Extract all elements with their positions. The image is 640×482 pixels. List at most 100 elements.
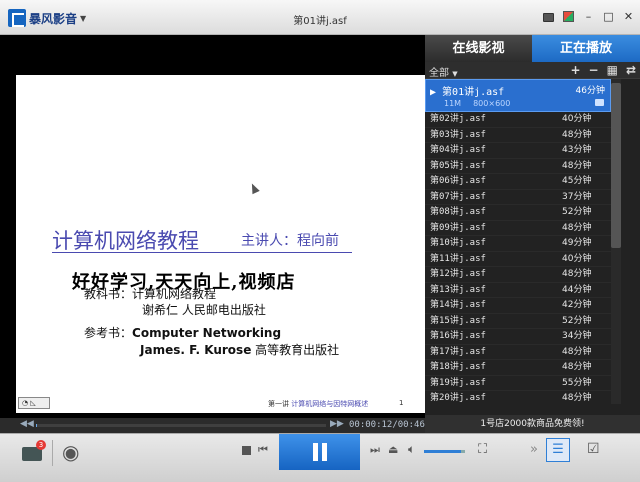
- slide-title: 计算机网络教程: [52, 229, 199, 253]
- skin-icon[interactable]: [563, 11, 574, 22]
- playlist-item-duration: 45分钟: [562, 176, 592, 186]
- playlist-item[interactable]: 第14讲j.asf 42分钟: [425, 298, 611, 314]
- slide-thumbnail: ◔ ◺: [18, 397, 50, 409]
- playlist-item[interactable]: 第17讲j.asf 48分钟: [425, 345, 611, 360]
- collapse-panel-icon[interactable]: »: [530, 442, 538, 457]
- playlist-item-duration: 48分钟: [562, 346, 592, 357]
- playlist-item-name: 第15讲j.asf: [430, 315, 486, 326]
- playlist-item[interactable]: 第09讲j.asf 48分钟: [425, 221, 611, 236]
- playlist-item-name: 第09讲j.asf: [430, 222, 486, 233]
- playlist-item-name: 第03讲j.asf: [430, 129, 486, 140]
- playlist-item-duration: 37分钟: [562, 191, 592, 202]
- playlist-item[interactable]: 第12讲j.asf 48分钟: [425, 267, 611, 283]
- playlist-item-duration: 52分钟: [562, 315, 592, 326]
- playlist-item[interactable]: 第10讲j.asf 49分钟: [425, 236, 611, 252]
- playlist-item-duration: 49分钟: [562, 238, 592, 248]
- playlist-item-name: 第11讲j.asf: [430, 253, 486, 264]
- title-bar: 暴风影音 ▼ 第01讲j.asf – □ ✕: [0, 0, 640, 35]
- stop-icon[interactable]: [242, 446, 251, 455]
- slide-page-number: 1: [399, 399, 404, 407]
- playlist: ▶ 第01讲j.asf 46分钟 11M 800×600 第02讲j.asf 40分…: [425, 79, 611, 404]
- add-icon[interactable]: +: [570, 63, 580, 77]
- volume-icon[interactable]: 🔈︎: [408, 442, 415, 457]
- pause-icon: [322, 443, 327, 461]
- panel-tabs: 在线影视 正在播放: [425, 35, 640, 62]
- playlist-item[interactable]: 第04讲j.asf 43分钟: [425, 143, 611, 159]
- playlist-item-duration: 55分钟: [562, 377, 592, 388]
- settings-icon[interactable]: ☑: [587, 441, 600, 457]
- trash-icon[interactable]: ▦: [607, 63, 618, 77]
- reference-title: Computer Networking: [132, 326, 282, 340]
- remove-icon[interactable]: −: [589, 63, 599, 77]
- reference-line: 参考书：Computer Networking: [84, 324, 281, 341]
- slide-footer: 第一讲 计算机网络与因特网概述: [268, 399, 368, 409]
- maximize-icon[interactable]: □: [603, 11, 614, 22]
- next-icon[interactable]: ⏭: [370, 443, 380, 457]
- playlist-item[interactable]: 第16讲j.asf 34分钟: [425, 329, 611, 345]
- control-bar: 3 ◉ ⏮ ⏭ ⏏ 🔈︎ ⛶ » ☰ ☑: [0, 433, 640, 482]
- playlist-item-duration: 48分钟: [562, 160, 592, 171]
- playlist-item[interactable]: 第18讲j.asf 48分钟: [425, 360, 611, 376]
- playlist-item[interactable]: 第06讲j.asf 45分钟: [425, 174, 611, 190]
- eye-icon[interactable]: ◉: [62, 442, 79, 462]
- pause-button[interactable]: [279, 434, 360, 470]
- tab-online-video[interactable]: 在线影视: [425, 35, 532, 62]
- reference-label: 参考书：: [84, 326, 133, 340]
- playlist-item[interactable]: 第11讲j.asf 40分钟: [425, 252, 611, 267]
- playlist-item[interactable]: 第07讲j.asf 37分钟: [425, 190, 611, 205]
- reference-authors-line: James. F. Kurose 高等教育出版社: [140, 341, 339, 358]
- footer-topic: 计算机网络与因特网概述: [291, 400, 369, 408]
- playlist-item-name: 第13讲j.asf: [430, 284, 486, 295]
- previous-icon[interactable]: ⏮: [258, 443, 268, 457]
- textbook-authors: 谢希仁 人民邮电出版社: [142, 303, 266, 317]
- playlist-item[interactable]: 第03讲j.asf 48分钟: [425, 128, 611, 143]
- chat-icon[interactable]: [543, 12, 554, 22]
- playlist-icon[interactable]: ☰: [546, 438, 570, 462]
- active-item-size: 11M: [444, 99, 462, 108]
- chevron-down-icon: ▼: [452, 70, 458, 78]
- fullscreen-icon[interactable]: ⛶: [478, 442, 487, 457]
- playlist-item-name: 第19讲j.asf: [430, 377, 486, 388]
- volume-slider[interactable]: [424, 450, 465, 453]
- filter-dropdown[interactable]: 全部 ▼: [429, 64, 458, 79]
- playlist-item-duration: 40分钟: [562, 253, 592, 264]
- rewind-icon[interactable]: ◀◀: [20, 419, 34, 429]
- tab-now-playing[interactable]: 正在播放: [532, 35, 640, 62]
- video-area[interactable]: 计算机网络教程 主讲人：程向前 好好学习,天天向上,视频店 教科书：计算机网络教…: [0, 35, 425, 418]
- playlist-toolbar: 全部 ▼ + − ▦ ⇄: [425, 62, 640, 79]
- close-icon[interactable]: ✕: [623, 11, 634, 22]
- playlist-item[interactable]: 第05讲j.asf 48分钟: [425, 159, 611, 174]
- playlist-item-name: 第08讲j.asf: [430, 207, 486, 217]
- playlist-item[interactable]: 第02讲j.asf 40分钟: [425, 112, 611, 128]
- playlist-item[interactable]: 第15讲j.asf 52分钟: [425, 314, 611, 329]
- promo-banner[interactable]: 1号店2000款商品免费领!: [425, 415, 640, 433]
- eject-icon[interactable]: ⏏: [388, 443, 398, 456]
- loop-icon[interactable]: ⇄: [626, 63, 636, 77]
- playlist-item-name: 第10讲j.asf: [430, 238, 486, 248]
- scrollbar-thumb[interactable]: [611, 83, 621, 248]
- playlist-item[interactable]: 第19讲j.asf 55分钟: [425, 376, 611, 391]
- volume-fill: [424, 450, 461, 453]
- playlist-scrollbar[interactable]: [611, 79, 640, 404]
- divider: [52, 440, 53, 466]
- seek-slider[interactable]: [36, 424, 326, 427]
- playlist-item-duration: 44分钟: [562, 284, 592, 295]
- playlist-item-duration: 48分钟: [562, 269, 592, 279]
- playlist-item[interactable]: 第20讲j.asf 48分钟: [425, 391, 611, 404]
- playlist-item[interactable]: 第08讲j.asf 52分钟: [425, 205, 611, 221]
- playlist-item-name: 第12讲j.asf: [430, 269, 486, 279]
- playlist-item-active[interactable]: ▶ 第01讲j.asf 46分钟 11M 800×600: [425, 79, 611, 112]
- playlist-item[interactable]: 第13讲j.asf 44分钟: [425, 283, 611, 298]
- playlist-item-name: 第06讲j.asf: [430, 176, 486, 186]
- fast-forward-icon[interactable]: ▶▶: [330, 419, 344, 429]
- minimize-icon[interactable]: –: [583, 11, 594, 22]
- active-item-meta: 11M 800×600: [444, 99, 510, 108]
- folder-icon[interactable]: [595, 99, 604, 106]
- playlist-item-duration: 48分钟: [562, 222, 592, 233]
- seek-progress-fill: [36, 424, 38, 427]
- playlist-item-name: 第14讲j.asf: [430, 300, 486, 310]
- seek-bar: ◀◀ ▶▶ 00:00:12/00:46:05: [0, 418, 441, 433]
- playlist-panel: 在线影视 正在播放 全部 ▼ + − ▦ ⇄ ▶ 第01讲j.asf 46分钟 …: [425, 35, 640, 433]
- playlist-item-duration: 34分钟: [562, 331, 592, 341]
- notification-badge: 3: [36, 440, 46, 450]
